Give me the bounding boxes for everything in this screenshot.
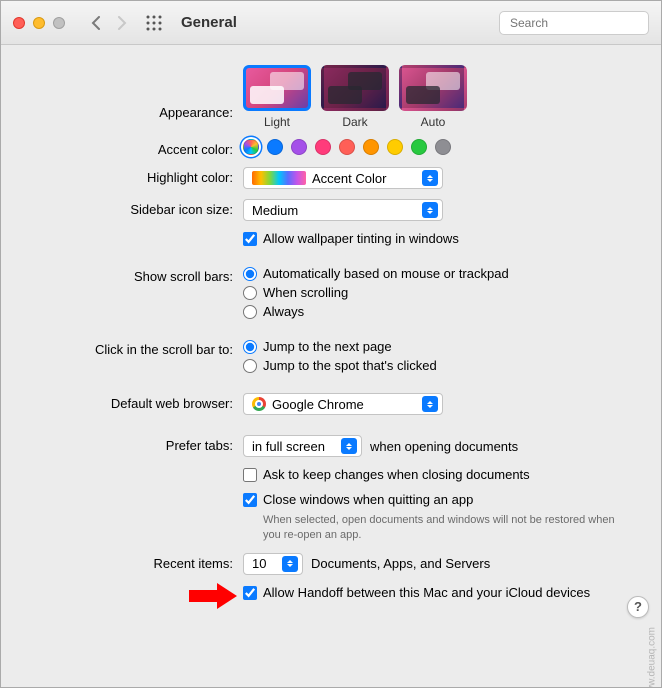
close-windows-checkbox[interactable]: Close windows when quitting an app bbox=[243, 492, 473, 507]
chevron-updown-icon bbox=[422, 170, 438, 186]
accent-label: Accent color: bbox=[11, 139, 243, 157]
chrome-icon bbox=[252, 397, 266, 411]
close-windows-label: Close windows when quitting an app bbox=[263, 492, 473, 507]
zoom-window-button bbox=[53, 17, 65, 29]
general-prefs-window: General Appearance: Light Dark bbox=[0, 0, 662, 688]
recent-suffix: Documents, Apps, and Servers bbox=[311, 556, 490, 571]
appearance-light-thumb bbox=[243, 65, 311, 111]
accent-blue[interactable] bbox=[267, 139, 283, 155]
handoff-checkbox[interactable]: Allow Handoff between this Mac and your … bbox=[243, 585, 590, 600]
appearance-light-caption: Light bbox=[264, 115, 290, 129]
appearance-dark-thumb bbox=[321, 65, 389, 111]
scrollbars-scrolling[interactable]: When scrolling bbox=[243, 285, 348, 300]
search-field[interactable] bbox=[499, 11, 649, 35]
close-window-button[interactable] bbox=[13, 17, 25, 29]
chevron-updown-icon bbox=[282, 556, 298, 572]
scrollbars-always[interactable]: Always bbox=[243, 304, 304, 319]
scrollclick-label: Click in the scroll bar to: bbox=[11, 339, 243, 357]
content-area: Appearance: Light Dark Auto bbox=[1, 45, 661, 630]
accent-pink[interactable] bbox=[315, 139, 331, 155]
highlight-value: Accent Color bbox=[312, 171, 386, 186]
highlight-label: Highlight color: bbox=[11, 167, 243, 185]
browser-label: Default web browser: bbox=[11, 393, 243, 411]
accent-green[interactable] bbox=[411, 139, 427, 155]
ask-keep-checkbox[interactable]: Ask to keep changes when closing documen… bbox=[243, 467, 530, 482]
sidebar-size-label: Sidebar icon size: bbox=[11, 199, 243, 217]
appearance-auto-caption: Auto bbox=[421, 115, 446, 129]
accent-multicolor[interactable] bbox=[243, 139, 259, 155]
window-title: General bbox=[181, 14, 489, 31]
appearance-auto[interactable]: Auto bbox=[399, 65, 467, 129]
accent-graphite[interactable] bbox=[435, 139, 451, 155]
appearance-light[interactable]: Light bbox=[243, 65, 311, 129]
wallpaper-tint-input[interactable] bbox=[243, 232, 257, 246]
appearance-options: Light Dark Auto bbox=[243, 65, 467, 129]
tabs-suffix: when opening documents bbox=[370, 439, 518, 454]
chevron-updown-icon bbox=[422, 396, 438, 412]
tabs-select[interactable]: in full screen bbox=[243, 435, 362, 457]
accent-colors bbox=[243, 139, 451, 155]
grid-icon bbox=[146, 15, 162, 31]
red-arrow-icon bbox=[189, 583, 237, 609]
recent-select[interactable]: 10 bbox=[243, 553, 303, 575]
chevron-left-icon bbox=[91, 16, 101, 30]
tabs-label: Prefer tabs: bbox=[11, 435, 243, 453]
accent-yellow[interactable] bbox=[387, 139, 403, 155]
wallpaper-tint-checkbox[interactable]: Allow wallpaper tinting in windows bbox=[243, 231, 459, 246]
ask-keep-label: Ask to keep changes when closing documen… bbox=[263, 467, 530, 482]
chevron-right-icon bbox=[117, 16, 127, 30]
traffic-lights bbox=[13, 17, 65, 29]
show-all-button[interactable] bbox=[143, 12, 165, 34]
minimize-window-button[interactable] bbox=[33, 17, 45, 29]
forward-button bbox=[111, 12, 133, 34]
close-windows-input[interactable] bbox=[243, 493, 257, 507]
sidebar-size-value: Medium bbox=[252, 203, 298, 218]
search-input[interactable] bbox=[510, 16, 662, 30]
chevron-updown-icon bbox=[341, 438, 357, 454]
chevron-updown-icon bbox=[422, 202, 438, 218]
browser-select[interactable]: Google Chrome bbox=[243, 393, 443, 415]
scrollclick-nextpage[interactable]: Jump to the next page bbox=[243, 339, 392, 354]
accent-purple[interactable] bbox=[291, 139, 307, 155]
appearance-label: Appearance: bbox=[11, 65, 243, 120]
scrollbars-label: Show scroll bars: bbox=[11, 266, 243, 284]
titlebar: General bbox=[1, 1, 661, 45]
tabs-value: in full screen bbox=[252, 439, 325, 454]
highlight-swatch-icon bbox=[252, 171, 306, 185]
handoff-input[interactable] bbox=[243, 586, 257, 600]
accent-red[interactable] bbox=[339, 139, 355, 155]
handoff-label: Allow Handoff between this Mac and your … bbox=[263, 585, 590, 600]
appearance-dark[interactable]: Dark bbox=[321, 65, 389, 129]
scrollclick-spot[interactable]: Jump to the spot that's clicked bbox=[243, 358, 437, 373]
browser-value: Google Chrome bbox=[272, 397, 364, 412]
nav-buttons bbox=[85, 12, 133, 34]
sidebar-size-select[interactable]: Medium bbox=[243, 199, 443, 221]
appearance-auto-thumb bbox=[399, 65, 467, 111]
ask-keep-input[interactable] bbox=[243, 468, 257, 482]
appearance-dark-caption: Dark bbox=[342, 115, 367, 129]
recent-value: 10 bbox=[252, 556, 266, 571]
accent-orange[interactable] bbox=[363, 139, 379, 155]
close-windows-note: When selected, open documents and window… bbox=[263, 513, 623, 543]
back-button[interactable] bbox=[85, 12, 107, 34]
highlight-select[interactable]: Accent Color bbox=[243, 167, 443, 189]
recent-label: Recent items: bbox=[11, 553, 243, 571]
watermark: www.deuaq.com bbox=[646, 627, 657, 688]
help-button[interactable]: ? bbox=[627, 596, 649, 618]
scrollbars-auto[interactable]: Automatically based on mouse or trackpad bbox=[243, 266, 509, 281]
wallpaper-tint-label: Allow wallpaper tinting in windows bbox=[263, 231, 459, 246]
